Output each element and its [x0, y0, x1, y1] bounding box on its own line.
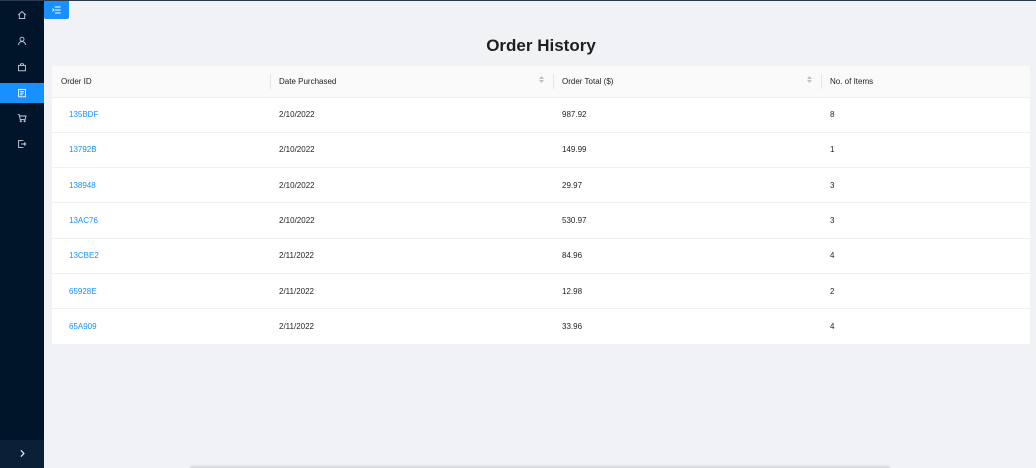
total-cell: 33.96	[562, 322, 583, 332]
sidebar-item-home[interactable]	[0, 5, 44, 25]
column-header-label: Date Purchased	[279, 76, 337, 86]
date-cell: 2/11/2022	[279, 251, 314, 261]
items-cell: 2	[830, 286, 835, 296]
date-cell: 2/10/2022	[279, 110, 315, 120]
order-id-link[interactable]: 13792B	[69, 145, 97, 154]
items-cell: 4	[830, 322, 835, 332]
column-header-label: Order ID	[61, 76, 92, 86]
items-cell: 3	[830, 180, 835, 190]
column-divider	[821, 74, 822, 89]
orders-icon	[17, 88, 27, 98]
order-id-link[interactable]: 13AC76	[69, 216, 98, 225]
sidebar-item-logout[interactable]	[0, 134, 44, 154]
table-row: 65A909 2/11/2022 33.96 4	[52, 309, 1030, 344]
sidebar-item-cart[interactable]	[0, 108, 44, 128]
total-cell: 530.97	[562, 216, 587, 226]
table-row: 13AC76 2/10/2022 530.97 3	[52, 203, 1030, 239]
column-header-order-total[interactable]: Order Total ($)	[553, 66, 821, 98]
user-icon	[17, 36, 27, 46]
order-id-link[interactable]: 65A909	[69, 322, 97, 331]
date-cell: 2/11/2022	[279, 322, 314, 332]
order-id-cell: 13AC76	[52, 203, 270, 238]
table-row: 135BDF 2/10/2022 987.92 8	[52, 97, 1030, 133]
chevron-right-icon	[18, 445, 27, 463]
page-title: Order History	[486, 36, 596, 55]
column-header-no-of-items: No. of Items	[821, 66, 1030, 98]
order-id-cell: 13792B	[52, 132, 270, 167]
column-header-label: No. of Items	[830, 76, 874, 86]
total-cell: 149.99	[562, 145, 587, 155]
order-id-link[interactable]: 13CBE2	[69, 251, 99, 260]
column-divider	[270, 74, 271, 89]
table-header-row: Order ID Date Purchased Order Total ($)	[52, 66, 1030, 98]
menu-fold-icon	[52, 1, 61, 19]
sidebar-item-shop[interactable]	[0, 57, 44, 77]
table-row: 13CBE2 2/11/2022 84.96 4	[52, 238, 1030, 274]
column-header-label: Order Total ($)	[562, 76, 614, 86]
table-row: 65928E 2/11/2022 12.98 2	[52, 273, 1030, 309]
items-cell: 3	[830, 216, 835, 226]
date-cell: 2/10/2022	[279, 145, 315, 155]
order-id-cell: 65A909	[52, 309, 270, 344]
total-cell: 12.98	[562, 286, 583, 296]
cart-icon	[17, 113, 27, 123]
app-root: Order History Order ID Date Purchased Or…	[0, 0, 1036, 468]
order-id-link[interactable]: 65928E	[69, 287, 97, 296]
table-row: 13792B 2/10/2022 149.99 1	[52, 132, 1030, 168]
total-cell: 987.92	[562, 110, 587, 120]
bottom-shadow	[190, 464, 890, 468]
total-cell: 84.96	[562, 251, 583, 261]
sidebar-item-orders[interactable]	[0, 83, 44, 103]
items-cell: 1	[830, 145, 835, 155]
logout-icon	[17, 139, 27, 149]
order-id-cell: 13CBE2	[52, 238, 270, 273]
sort-icon[interactable]	[807, 76, 812, 83]
table-row: 138948 2/10/2022 29.97 3	[52, 168, 1030, 203]
order-id-cell: 135BDF	[52, 97, 270, 132]
items-cell: 4	[830, 251, 835, 261]
sidebar	[0, 0, 44, 468]
date-cell: 2/10/2022	[279, 180, 315, 190]
order-id-cell: 138948	[52, 168, 270, 203]
order-history-table: Order ID Date Purchased Order Total ($)	[52, 66, 1030, 344]
order-id-link[interactable]: 135BDF	[69, 110, 98, 119]
total-cell: 29.97	[562, 180, 583, 190]
order-id-link[interactable]: 138948	[69, 181, 96, 190]
sidebar-item-profile[interactable]	[0, 31, 44, 51]
order-id-cell: 65928E	[52, 273, 270, 308]
column-header-order-id: Order ID	[52, 66, 270, 98]
column-divider	[553, 74, 554, 89]
date-cell: 2/10/2022	[279, 216, 315, 226]
sort-icon[interactable]	[539, 76, 544, 83]
menu-toggle-button[interactable]	[44, 1, 69, 19]
home-icon	[17, 10, 27, 20]
column-header-date-purchased[interactable]: Date Purchased	[270, 66, 553, 98]
date-cell: 2/11/2022	[279, 286, 314, 296]
items-cell: 8	[830, 110, 835, 120]
shopping-bag-icon	[17, 62, 27, 72]
header-bar	[44, 0, 1036, 1]
sidebar-collapse-button[interactable]	[0, 440, 44, 468]
